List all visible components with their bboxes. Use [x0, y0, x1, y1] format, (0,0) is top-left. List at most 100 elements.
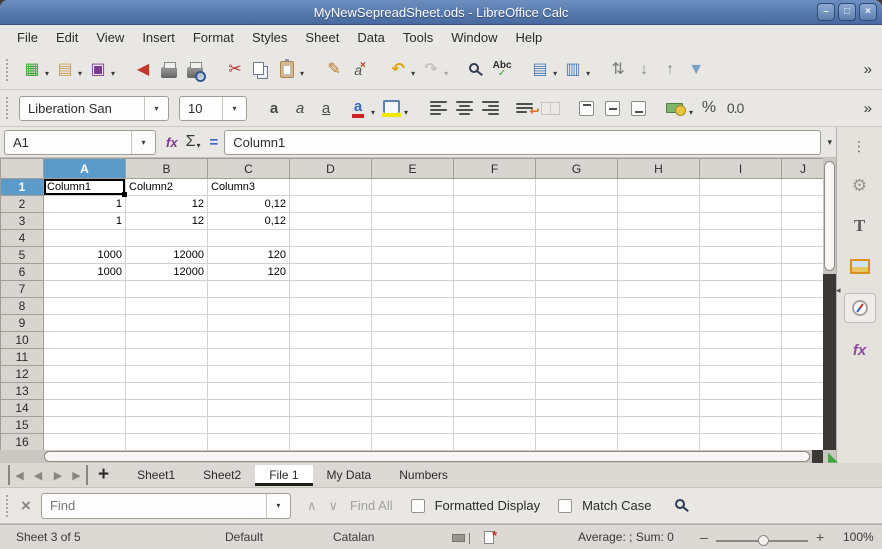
sidebar-item-properties[interactable]: ⚙ [845, 173, 875, 199]
font-color-button[interactable]: a [345, 94, 371, 122]
clone-formatting-button[interactable]: ✎ [321, 56, 347, 84]
toolbar-overflow-button[interactable]: » [864, 100, 872, 117]
column-header-a[interactable]: A [43, 158, 126, 179]
sort-descending-button[interactable]: ↓ [631, 56, 657, 84]
chevron-down-icon[interactable]: ▾ [265, 493, 290, 518]
merge-cells-button[interactable] [537, 94, 563, 122]
sheet-tab-file1-active[interactable]: File 1 [255, 464, 313, 486]
column-header-c[interactable]: C [207, 158, 290, 179]
row-header-16[interactable]: 16 [0, 433, 44, 450]
save-button[interactable]: ▣ [85, 56, 111, 84]
sort-button[interactable]: ⇅ [605, 56, 631, 84]
align-right-button[interactable] [477, 94, 503, 122]
toolbar-overflow-button[interactable]: » [864, 61, 872, 78]
cell-b3[interactable]: 12 [125, 212, 208, 230]
cell-a5[interactable]: 1000 [43, 246, 126, 264]
sheet-tab-my-data[interactable]: My Data [313, 465, 386, 485]
paste-dropdown-arrow[interactable]: ▾ [300, 69, 304, 78]
sheet-tab-sheet2[interactable]: Sheet2 [189, 465, 255, 485]
cell-a6[interactable]: 1000 [43, 263, 126, 281]
row-header-2[interactable]: 2 [0, 195, 44, 213]
menu-sheet[interactable]: Sheet [296, 27, 348, 48]
menu-format[interactable]: Format [184, 27, 243, 48]
cell-c3[interactable]: 0,12 [207, 212, 290, 230]
row-header-4[interactable]: 4 [0, 229, 44, 247]
horizontal-scrollbar[interactable] [0, 450, 836, 463]
column-header-h[interactable]: H [617, 158, 700, 179]
open-dropdown-arrow[interactable]: ▾ [78, 69, 82, 78]
previous-sheet-button[interactable]: ◀ [28, 465, 48, 485]
currency-dropdown-arrow[interactable]: ▾ [689, 108, 693, 117]
find-next-button[interactable]: ∨ [328, 498, 338, 514]
font-size-combo[interactable]: 10 ▾ [179, 95, 247, 121]
expand-formula-bar-arrow[interactable]: ▾ [827, 137, 832, 148]
align-left-button[interactable] [425, 94, 451, 122]
sidebar-item-styles[interactable]: T ◣ [828, 213, 875, 464]
last-sheet-button[interactable]: ▶ [68, 465, 88, 485]
cell-b6[interactable]: 12000 [125, 263, 208, 281]
find-all-button[interactable]: Find All [350, 498, 393, 513]
vertical-scrollbar-thumb[interactable] [824, 161, 835, 271]
sum-dropdown-arrow[interactable]: ▾ [196, 141, 200, 150]
vertical-scrollbar[interactable] [823, 158, 836, 450]
font-color-dropdown-arrow[interactable]: ▾ [371, 108, 375, 117]
row-header-7[interactable]: 7 [0, 280, 44, 298]
menu-help[interactable]: Help [506, 27, 551, 48]
menu-window[interactable]: Window [442, 27, 506, 48]
menu-styles[interactable]: Styles [243, 27, 296, 48]
sidebar-settings-button[interactable]: ⋮ [845, 133, 875, 159]
vertical-scrollbar-track[interactable] [823, 274, 836, 450]
cell-c5[interactable]: 120 [207, 246, 290, 264]
menu-file[interactable]: File [8, 27, 47, 48]
document-modified-icon[interactable]: * [484, 528, 497, 544]
column-dropdown-arrow[interactable]: ▾ [586, 69, 590, 78]
align-top-button[interactable] [573, 94, 599, 122]
first-sheet-button[interactable]: ◀ [8, 465, 28, 485]
toolbar-grip[interactable] [6, 58, 14, 81]
redo-button[interactable]: ↷ [418, 56, 444, 84]
find-and-replace-button[interactable] [675, 498, 689, 509]
column-header-j[interactable]: J [781, 158, 823, 179]
menu-data[interactable]: Data [348, 27, 393, 48]
cell-b1[interactable]: Column2 [125, 178, 208, 196]
cell-a2[interactable]: 1 [43, 195, 126, 213]
row-header-14[interactable]: 14 [0, 399, 44, 417]
sum-button[interactable]: Σ [186, 133, 196, 151]
find-replace-button[interactable] [463, 56, 489, 84]
titlebar[interactable]: MyNewSepreadSheet.ods - LibreOffice Calc… [0, 0, 882, 25]
column-header-b[interactable]: B [125, 158, 208, 179]
find-input[interactable] [41, 498, 266, 513]
new-dropdown-arrow[interactable]: ▾ [45, 69, 49, 78]
save-dropdown-arrow[interactable]: ▾ [111, 69, 115, 78]
row-header-3[interactable]: 3 [0, 212, 44, 230]
toolbar-grip[interactable] [6, 494, 14, 517]
next-sheet-button[interactable]: ▶ [48, 465, 68, 485]
find-previous-button[interactable]: ∧ [307, 498, 317, 514]
center-vertically-button[interactable] [599, 94, 625, 122]
column-header-g[interactable]: G [535, 158, 618, 179]
horizontal-scrollbar-track[interactable] [812, 450, 823, 463]
zoom-level-status[interactable]: 100% [843, 530, 874, 544]
page-style-status[interactable]: Default [225, 530, 263, 544]
paste-button[interactable] [274, 56, 300, 84]
percent-format-button[interactable]: % [696, 94, 722, 122]
autofilter-button[interactable]: ▼ [683, 56, 709, 84]
cell-b5[interactable]: 12000 [125, 246, 208, 264]
corner-select-all[interactable] [0, 158, 44, 179]
zoom-in-button[interactable]: + [816, 529, 824, 545]
insert-mode-icon[interactable] [452, 533, 470, 544]
row-button[interactable]: ▤ [527, 56, 553, 84]
cell-c1[interactable]: Column3 [207, 178, 290, 196]
wrap-text-button[interactable]: ↩ [511, 94, 540, 122]
menu-insert[interactable]: Insert [133, 27, 184, 48]
match-case-checkbox[interactable] [558, 498, 573, 513]
export-pdf-button[interactable]: ◀ [130, 56, 156, 84]
number-format-button[interactable]: 0.0 [722, 94, 748, 122]
function-wizard-button[interactable]: fx [166, 135, 178, 150]
minimize-button[interactable]: – [817, 3, 835, 21]
formatted-display-checkbox[interactable] [410, 498, 425, 513]
row-header-15[interactable]: 15 [0, 416, 44, 434]
row-dropdown-arrow[interactable]: ▾ [553, 69, 557, 78]
menu-view[interactable]: View [87, 27, 133, 48]
row-header-6[interactable]: 6 [0, 263, 44, 281]
